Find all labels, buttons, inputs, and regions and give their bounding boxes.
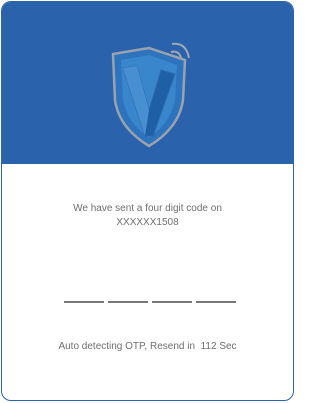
auto-detect-label: Auto detecting OTP, Resend in [58, 341, 196, 352]
otp-sent-line: We have sent a four digit code on [73, 203, 222, 214]
otp-digit-1[interactable] [64, 301, 104, 303]
otp-digit-4[interactable] [196, 301, 236, 303]
header-banner [2, 2, 293, 164]
resend-status: Auto detecting OTP, Resend in 112 Sec [2, 340, 293, 354]
otp-card: We have sent a four digit code on XXXXXX… [1, 1, 294, 401]
masked-phone-number: XXXXXX1508 [116, 217, 179, 228]
otp-sent-message: We have sent a four digit code on XXXXXX… [2, 202, 293, 230]
countdown-unit: Sec [219, 341, 237, 352]
otp-digit-3[interactable] [152, 301, 192, 303]
v-shield-logo-icon [111, 42, 190, 148]
otp-input-group[interactable] [64, 301, 240, 303]
resend-countdown: 112 [200, 341, 217, 352]
otp-digit-2[interactable] [108, 301, 148, 303]
